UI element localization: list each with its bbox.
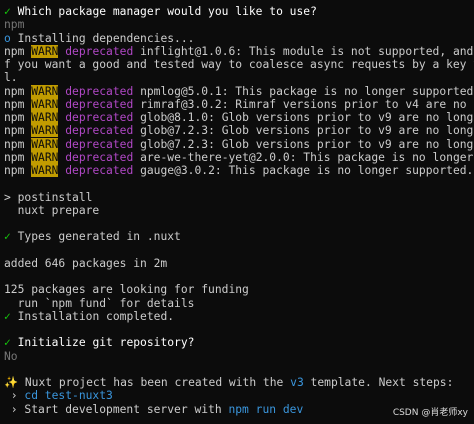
status-icon: o [4, 31, 11, 45]
deprecated-label: deprecated [65, 124, 134, 138]
deprecated-label: deprecated [65, 111, 134, 124]
warn-message: inflight@1.0.6: This module is not suppo… [140, 44, 474, 58]
git-question: Initialize git repository? [17, 336, 195, 350]
npm-prefix: npm [4, 124, 25, 138]
warn-badge: WARN [31, 84, 59, 98]
warn-line: npm WARN deprecated rimraf@3.0.2: Rimraf… [4, 97, 474, 111]
deprecated-label: deprecated [65, 97, 134, 111]
warn-message: glob@7.2.3: Glob versions prior to v9 ar… [140, 137, 474, 151]
installing-text: Installing dependencies... [17, 31, 195, 45]
deprecated-label: deprecated [65, 84, 134, 98]
warn-line: npm WARN deprecated glob@7.2.3: Glob ver… [4, 124, 474, 138]
warn-line: npm WARN deprecated glob@8.1.0: Glob ver… [4, 111, 474, 124]
step-arrow-icon: › [4, 389, 25, 403]
deprecated-label: deprecated [65, 137, 134, 151]
warn-line: npm WARN deprecated are-we-there-yet@2.0… [4, 150, 474, 164]
warn-line: npm WARN deprecated npmlog@5.0.1: This p… [4, 84, 474, 98]
checkmark-icon: ✓ [4, 336, 11, 350]
final-message-line: ✨ Nuxt project has been created with the… [4, 376, 474, 389]
git-prompt-line: ✓ Initialize git repository? [4, 336, 474, 349]
warn-continuation: l. [4, 71, 18, 85]
checkmark-icon: ✓ [4, 230, 11, 244]
added-line: added 646 packages in 2m [4, 256, 168, 270]
npm-prefix: npm [4, 164, 25, 177]
dev-command: npm run dev [228, 402, 304, 416]
warn-message: rimraf@3.0.2: Rimraf versions prior to v… [140, 97, 474, 111]
funding-line: 125 packages are looking for funding [4, 283, 249, 297]
warn-message: are-we-there-yet@2.0.0: This package is … [140, 150, 474, 164]
npm-prefix: npm [4, 150, 25, 164]
warn-badge: WARN [31, 150, 59, 164]
npm-prefix: npm [4, 111, 25, 124]
npm-prefix: npm [4, 44, 25, 58]
installing-line: o Installing dependencies... [4, 32, 474, 45]
types-line: ✓ Types generated in .nuxt [4, 230, 474, 243]
warn-badge: WARN [31, 111, 59, 124]
npm-prefix: npm [4, 137, 25, 151]
checkmark-icon: ✓ [4, 309, 11, 323]
deprecated-label: deprecated [65, 164, 134, 177]
warn-message: npmlog@5.0.1: This package is no longer … [140, 84, 474, 98]
install-complete-text: Installation completed. [17, 309, 175, 323]
warn-message: gauge@3.0.2: This package is no longer s… [140, 164, 474, 177]
watermark: CSDN @肖老师xy [392, 407, 468, 418]
deprecated-label: deprecated [65, 150, 134, 164]
npm-prefix: npm [4, 97, 25, 111]
install-complete-line: ✓ Installation completed. [4, 310, 474, 323]
warn-badge: WARN [31, 164, 59, 177]
final-text-before: Nuxt project has been created with the [18, 376, 291, 389]
terminal-window[interactable]: ✓ Which package manager would you like t… [0, 0, 474, 424]
prepare-line: nuxt prepare [4, 203, 100, 217]
git-answer: No [4, 349, 18, 363]
sparkles-icon: ✨ [4, 376, 19, 389]
warn-message: glob@8.1.0: Glob versions prior to v9 ar… [140, 111, 474, 124]
final-text-after: template. Next steps: [303, 376, 454, 389]
step-arrow-icon: › [4, 402, 25, 416]
warn-continuation: f you want a good and tested way to coal… [4, 58, 474, 71]
warn-badge: WARN [31, 124, 59, 138]
template-name: v3 [290, 376, 304, 389]
cd-command: cd test-nuxt3 [24, 389, 113, 403]
npm-prefix: npm [4, 84, 25, 98]
deprecated-label: deprecated [65, 44, 134, 58]
postinstall-line: > postinstall [4, 190, 93, 204]
warn-badge: WARN [31, 44, 59, 58]
funding-hint: run `npm fund` for details [4, 296, 195, 310]
dev-step-text: Start development server with [24, 402, 229, 416]
prompt-line: ✓ Which package manager would you like t… [4, 5, 474, 18]
prompt-answer: npm [4, 18, 25, 32]
next-step-cd: › cd test-nuxt3 [4, 389, 474, 402]
warn-line: npm WARN deprecated inflight@1.0.6: This… [4, 44, 474, 58]
checkmark-icon: ✓ [4, 5, 11, 18]
prompt-question: Which package manager would you like to … [17, 5, 317, 18]
warn-line: npm WARN deprecated gauge@3.0.2: This pa… [4, 164, 474, 177]
warn-badge: WARN [31, 97, 59, 111]
warn-message: glob@7.2.3: Glob versions prior to v9 ar… [140, 124, 474, 138]
types-text: Types generated in .nuxt [17, 230, 181, 244]
warn-badge: WARN [31, 137, 59, 151]
warn-line: npm WARN deprecated glob@7.2.3: Glob ver… [4, 137, 474, 151]
